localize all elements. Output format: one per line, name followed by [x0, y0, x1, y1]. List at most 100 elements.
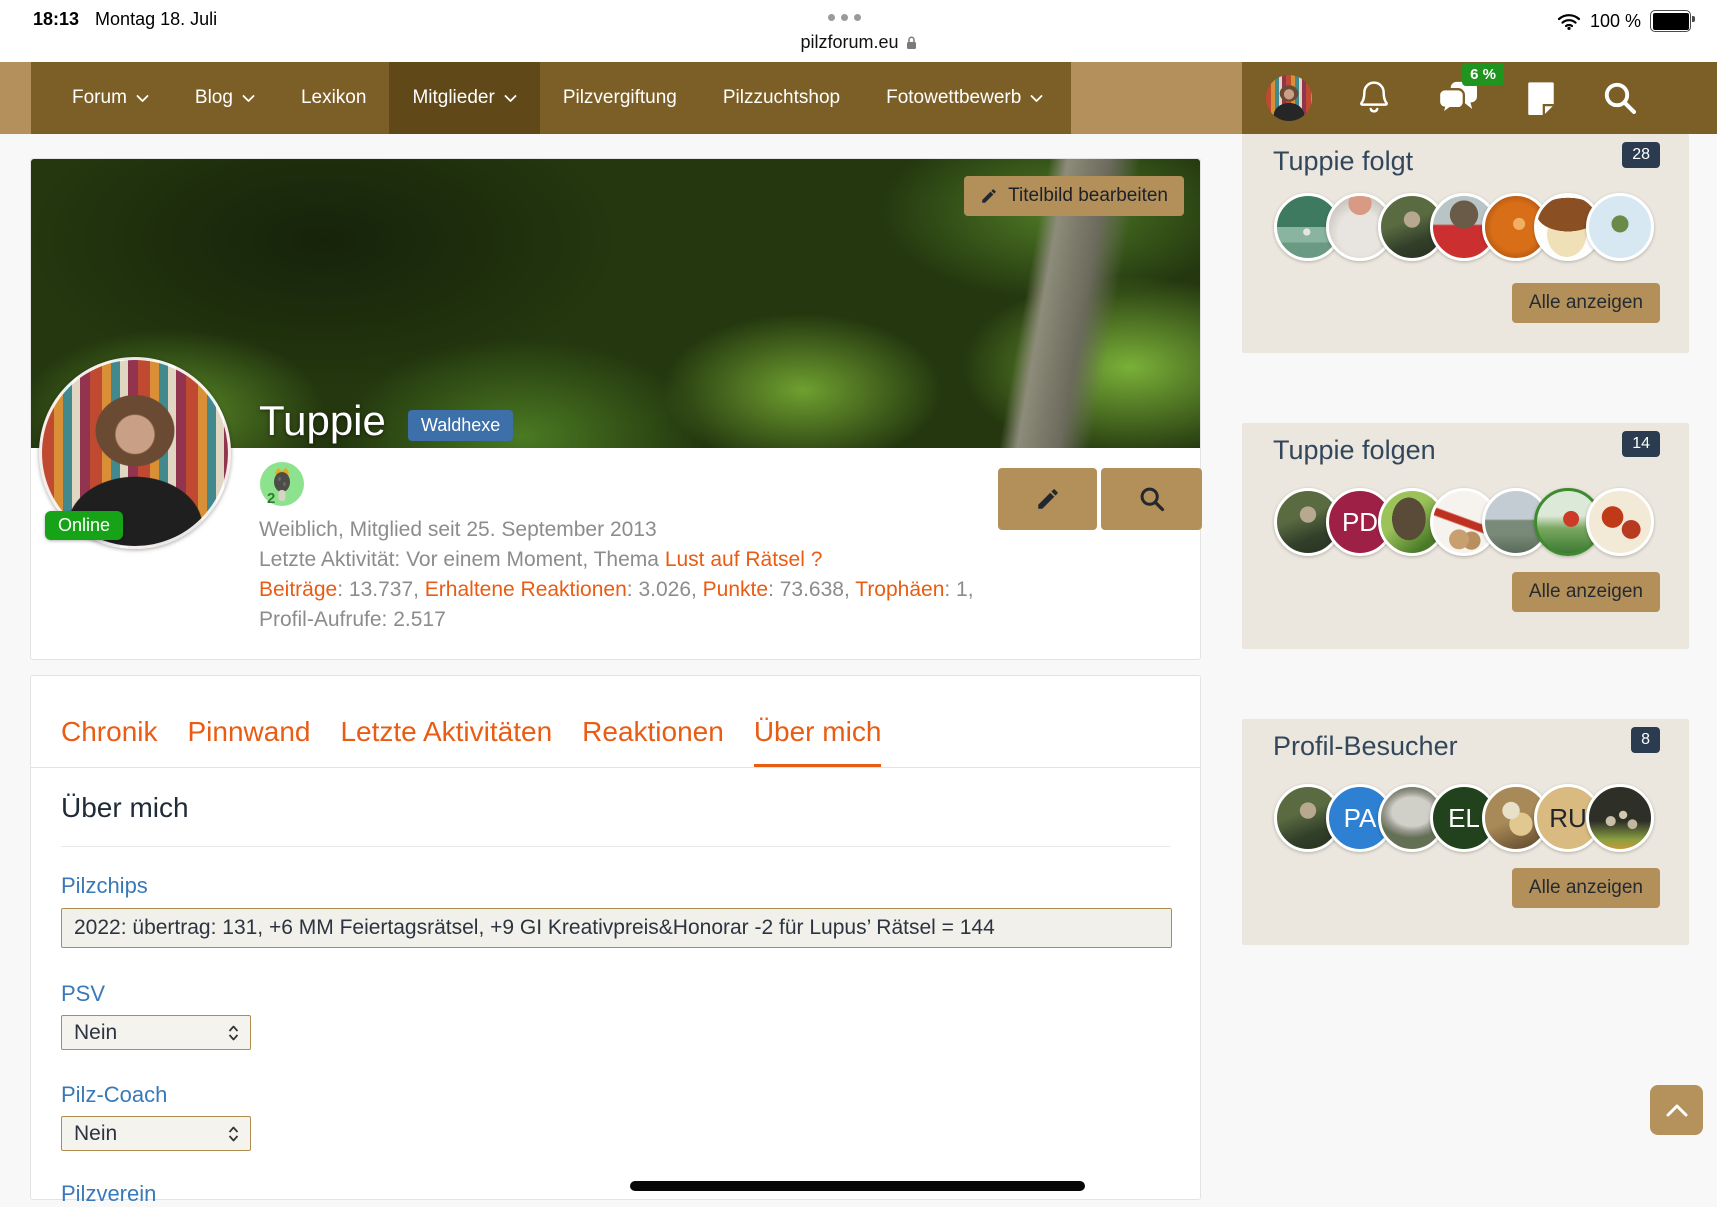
psv-label[interactable]: PSV: [61, 981, 1170, 1007]
notes-button[interactable]: [1524, 79, 1558, 117]
nav-item-label: Pilzzuchtshop: [723, 87, 840, 109]
multitask-dots-icon[interactable]: [828, 14, 861, 21]
activity-prefix: Letzte Aktivität: Vor einem Moment, Them…: [259, 548, 665, 571]
stat-value: : 73.638,: [768, 578, 855, 601]
status-date: Montag 18. Juli: [95, 9, 217, 30]
nav-item[interactable]: Pilzzuchtshop: [700, 62, 863, 134]
select-arrows-icon: [227, 1024, 240, 1042]
rank-badge-icon: 2: [259, 461, 305, 512]
chevron-down-icon: [242, 94, 255, 103]
user-avatar[interactable]: [1266, 75, 1312, 121]
stat-item: Trophäen: 1,: [855, 578, 973, 601]
pencil-icon: [1035, 486, 1061, 512]
following-show-all-button[interactable]: Alle anzeigen: [1512, 283, 1660, 323]
divider: [61, 846, 1170, 847]
address-bar[interactable]: pilzforum.eu: [0, 32, 1717, 53]
followers-avatar-list: PD: [1274, 488, 1638, 556]
profile-content-card: Chronik Pinnwand Letzte Aktivitäten Reak…: [30, 675, 1201, 1200]
svg-text:2: 2: [267, 490, 275, 507]
profile-tab[interactable]: Chronik: [61, 716, 157, 767]
chevron-up-icon: [1665, 1102, 1689, 1118]
nav-item[interactable]: Mitglieder: [389, 62, 539, 134]
nav-item[interactable]: Lexikon: [278, 62, 390, 134]
psv-select[interactable]: Nein: [61, 1015, 251, 1050]
avatar-initials: RU: [1549, 803, 1587, 834]
visitors-show-all-button[interactable]: Alle anzeigen: [1512, 868, 1660, 908]
select-arrows-icon: [227, 1125, 240, 1143]
nav-item[interactable]: Fotowettbewerb: [863, 62, 1066, 134]
ipad-status-bar: 18:13 Montag 18. Juli pilzforum.eu 100 %: [0, 0, 1717, 63]
nav-item-label: Fotowettbewerb: [886, 87, 1021, 109]
stat-label-link[interactable]: Punkte: [703, 578, 768, 601]
profile-visitors-section: Profil-Besucher 8 PA EL RU Alle anzeigen: [1242, 719, 1689, 945]
profile-tab[interactable]: Letzte Aktivitäten: [340, 716, 552, 767]
followers-section: Tuppie folgen 14 PD Alle anzeigen: [1242, 423, 1689, 649]
pilzchips-input[interactable]: [61, 908, 1172, 948]
avatar[interactable]: [1586, 193, 1654, 261]
chevron-down-icon: [504, 94, 517, 103]
search-icon: [1138, 485, 1166, 513]
visitors-count-badge: 8: [1631, 727, 1660, 753]
stat-label-link[interactable]: Trophäen: [855, 578, 944, 601]
profile-tab[interactable]: Pinnwand: [187, 716, 310, 767]
followers-show-all-button[interactable]: Alle anzeigen: [1512, 572, 1660, 612]
online-status-badge: Online: [45, 511, 123, 540]
visitors-title: Profil-Besucher: [1273, 731, 1689, 762]
avatar-initials: PA: [1344, 803, 1377, 834]
nav-item[interactable]: Pilzvergiftung: [540, 62, 700, 134]
notifications-button[interactable]: [1356, 79, 1392, 117]
top-navigation: Forum Blog Lexikon Mitglieder Pilzvergif…: [0, 62, 1717, 134]
nav-item[interactable]: Blog: [172, 62, 278, 134]
nav-menu: Forum Blog Lexikon Mitglieder Pilzvergif…: [31, 62, 1071, 134]
status-left: 18:13 Montag 18. Juli: [33, 9, 217, 30]
pencil-icon: [980, 187, 998, 205]
activity-topic-link[interactable]: Lust auf Rätsel ?: [665, 548, 823, 571]
avatar-initials: EL: [1448, 803, 1480, 834]
tab-label: Über mich: [754, 716, 882, 747]
search-member-button[interactable]: [1101, 468, 1202, 530]
home-indicator[interactable]: [630, 1181, 1085, 1191]
pilzchips-label[interactable]: Pilzchips: [61, 873, 1170, 899]
bell-icon: [1356, 79, 1392, 117]
profile-views-line: Profil-Aufrufe: 2.517: [259, 605, 974, 635]
stat-label-link[interactable]: Beiträge: [259, 578, 337, 601]
profile-name-row: Tuppie Waldhexe: [259, 397, 513, 445]
role-badge: Waldhexe: [408, 410, 513, 441]
profile-activity-line: Letzte Aktivität: Vor einem Moment, Them…: [259, 545, 974, 575]
profile-tab[interactable]: Reaktionen: [582, 716, 724, 767]
tab-label: Chronik: [61, 716, 157, 747]
profile-meta-block: Weiblich, Mitglied seit 25. September 20…: [259, 515, 974, 635]
tab-label: Pinnwand: [187, 716, 310, 747]
pilz-coach-select[interactable]: Nein: [61, 1116, 251, 1151]
stat-value: : 3.026,: [627, 578, 703, 601]
following-avatar-list: [1274, 193, 1638, 261]
nav-user-tools: 6 %: [1242, 62, 1717, 134]
wifi-icon: [1557, 13, 1581, 30]
avatar[interactable]: [1586, 784, 1654, 852]
profile-header-card: Titelbild bearbeiten Tuppie Waldhexe Onl…: [30, 158, 1201, 660]
search-button[interactable]: [1602, 80, 1638, 116]
profile-name: Tuppie: [259, 397, 386, 445]
profile-tab[interactable]: Über mich: [754, 716, 882, 767]
stat-label-link[interactable]: Erhaltene Reaktionen: [425, 578, 627, 601]
stat-item: Erhaltene Reaktionen: 3.026,: [425, 578, 703, 601]
nav-item-label: Pilzvergiftung: [563, 87, 677, 109]
tab-label: Reaktionen: [582, 716, 724, 747]
lock-icon: [906, 36, 917, 50]
scroll-to-top-button[interactable]: [1650, 1085, 1703, 1135]
about-heading: Über mich: [61, 792, 1170, 824]
edit-profile-button[interactable]: [998, 468, 1097, 530]
conversations-button[interactable]: 6 %: [1436, 79, 1480, 117]
url-text: pilzforum.eu: [800, 32, 898, 53]
battery-icon: [1650, 10, 1691, 32]
edit-cover-button[interactable]: Titelbild bearbeiten: [964, 176, 1184, 216]
avatar[interactable]: [1586, 488, 1654, 556]
edit-cover-label: Titelbild bearbeiten: [1008, 185, 1168, 207]
chevron-down-icon: [136, 94, 149, 103]
battery-percent: 100 %: [1590, 11, 1641, 32]
following-count-badge: 28: [1622, 142, 1660, 168]
pilz-coach-label[interactable]: Pilz-Coach: [61, 1082, 1170, 1108]
profile-meta-line: Weiblich, Mitglied seit 25. September 20…: [259, 515, 974, 545]
stat-item: Punkte: 73.638,: [703, 578, 856, 601]
nav-item[interactable]: Forum: [49, 62, 172, 134]
